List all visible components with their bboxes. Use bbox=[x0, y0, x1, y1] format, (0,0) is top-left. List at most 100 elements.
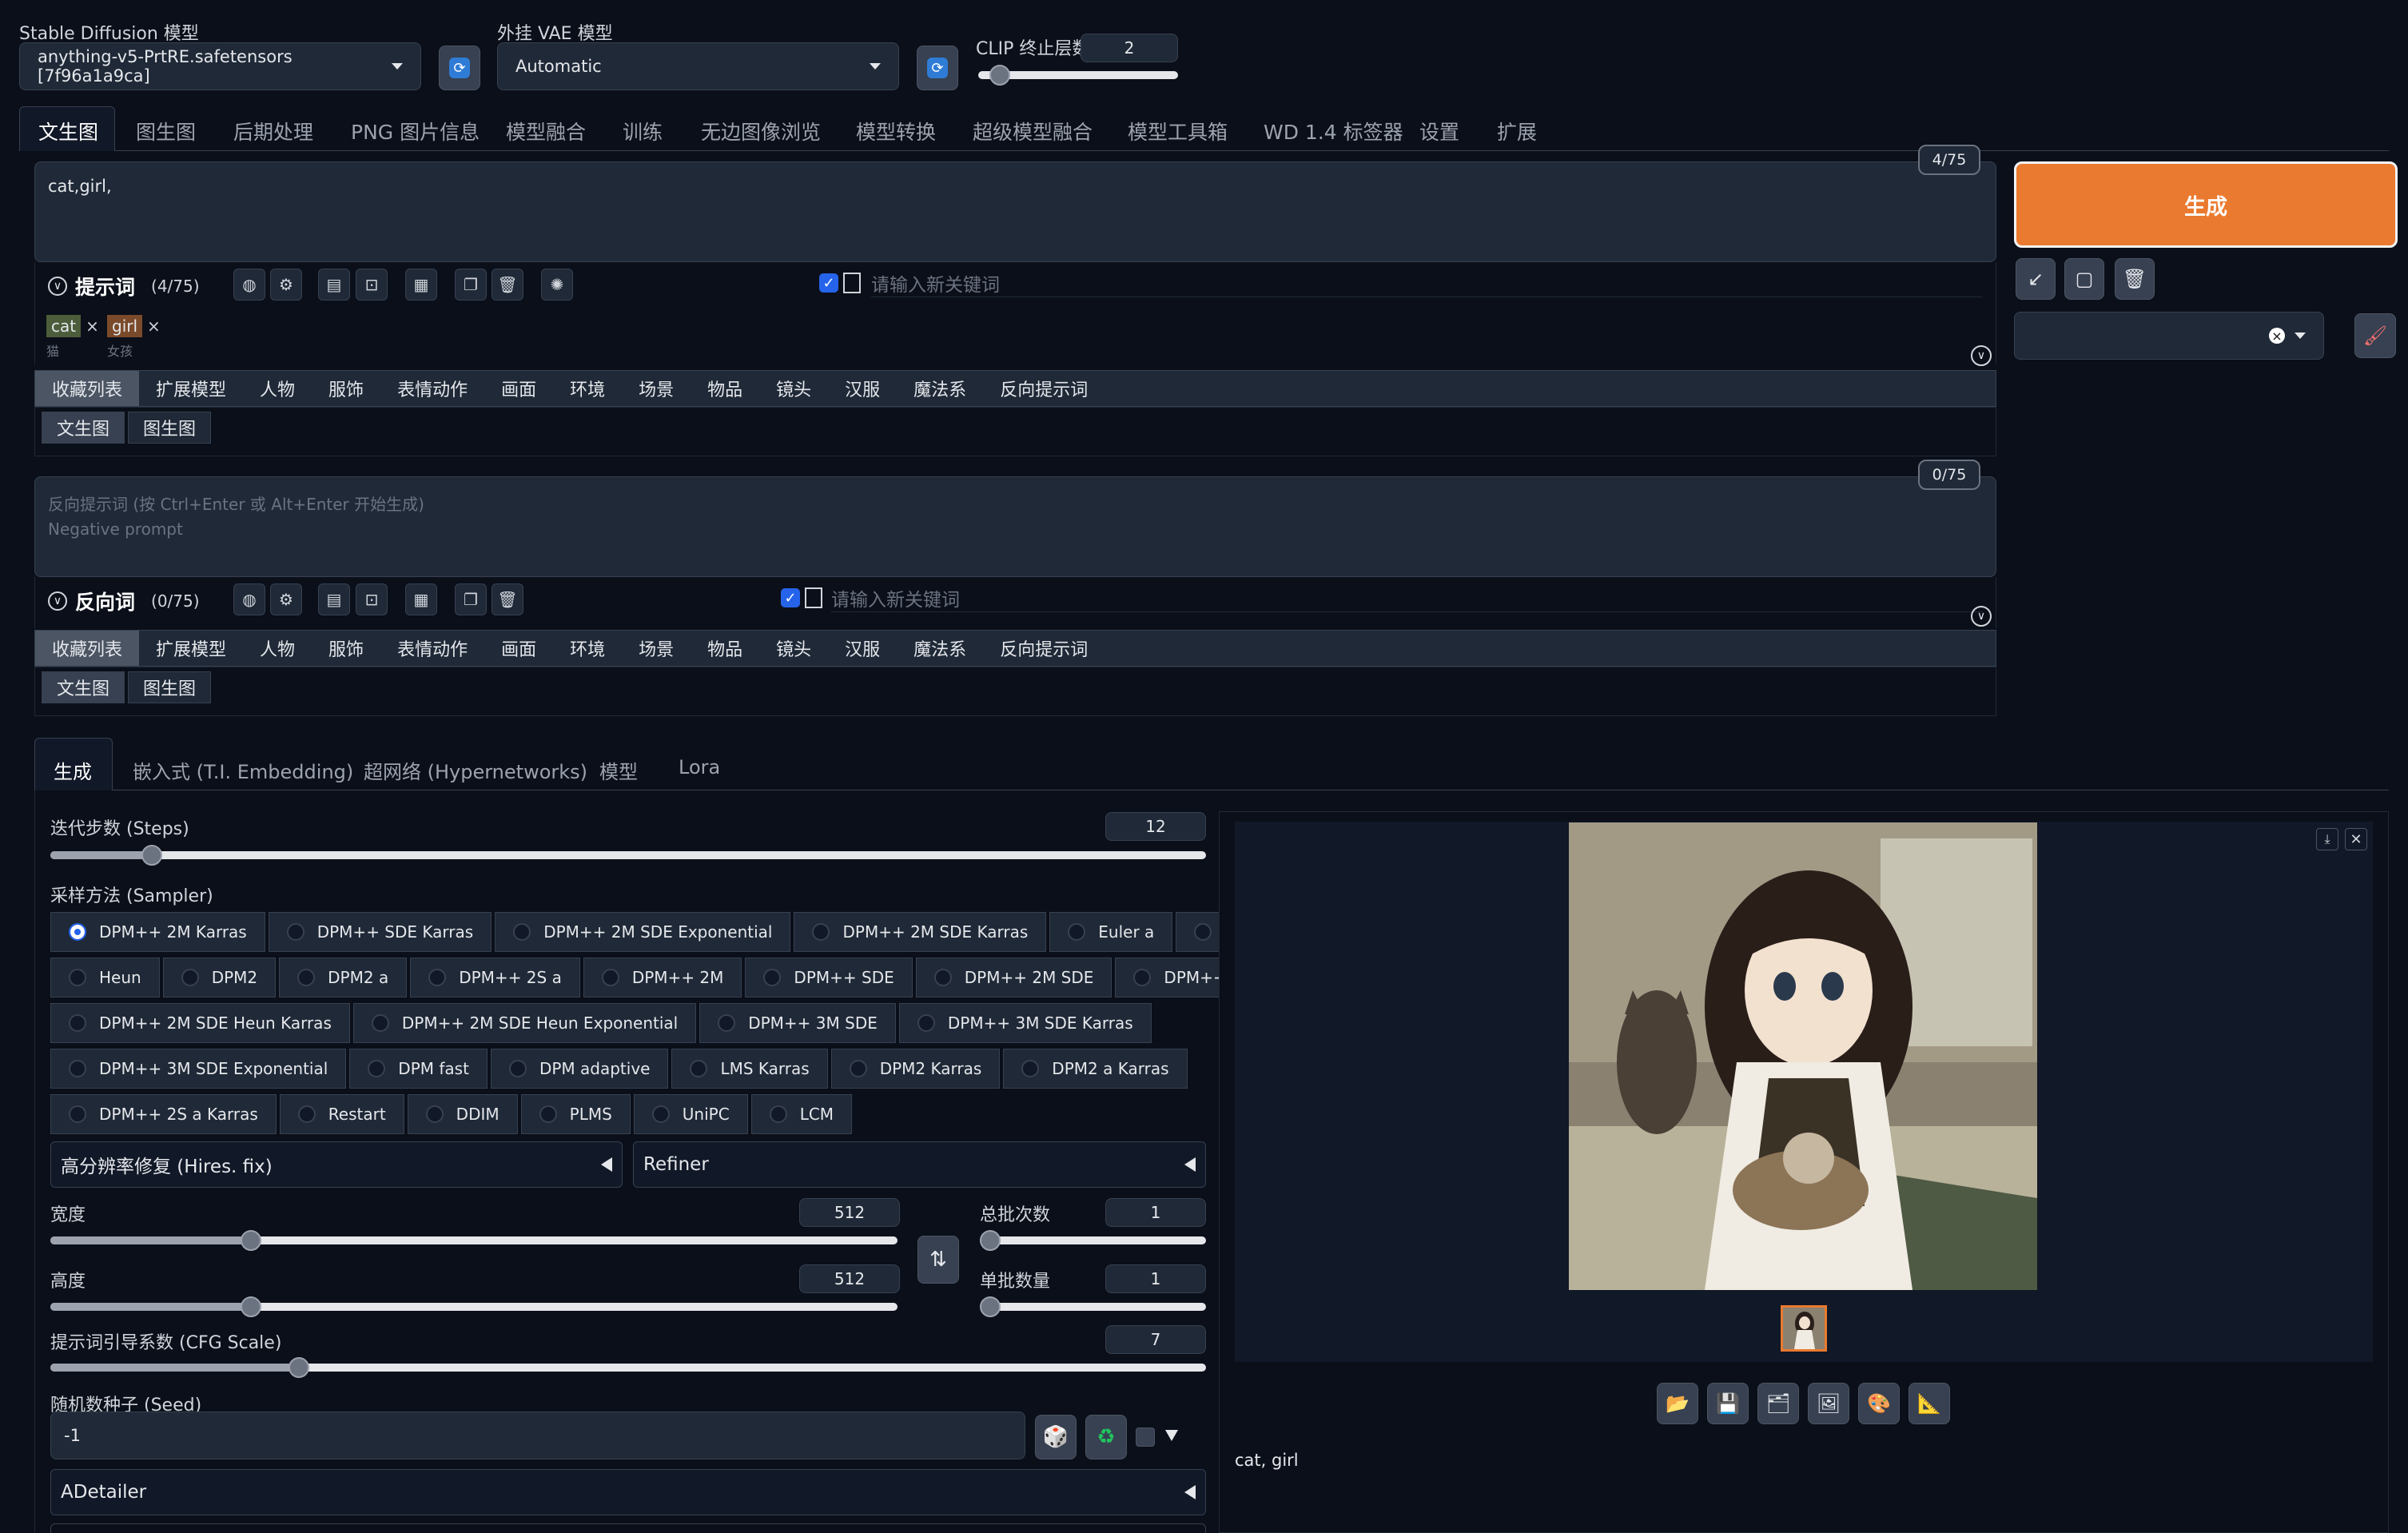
collapse-icon[interactable]: ∨ bbox=[48, 591, 67, 611]
close-icon[interactable]: ✕ bbox=[2345, 828, 2367, 850]
clip-skip-slider[interactable] bbox=[978, 65, 1178, 86]
tab-generation[interactable]: 生成 bbox=[54, 756, 92, 784]
copy-icon[interactable]: ❐ bbox=[455, 269, 487, 301]
category-tab[interactable]: 反向提示词 bbox=[983, 631, 1104, 666]
height-slider[interactable] bbox=[50, 1296, 898, 1317]
tab-textual-inversion[interactable]: 嵌入式 (T.I. Embedding) bbox=[133, 756, 353, 784]
expand-icon[interactable]: ∨ bbox=[1971, 606, 1992, 627]
next-accordion[interactable] bbox=[50, 1523, 1206, 1533]
tab-extras[interactable]: 后期处理 bbox=[233, 117, 313, 145]
cfg-slider[interactable] bbox=[50, 1357, 1206, 1378]
send-to-img2img-icon[interactable]: 🖼 bbox=[1808, 1383, 1849, 1424]
send-to-inpaint-icon[interactable]: 🎨 bbox=[1858, 1383, 1900, 1424]
checkbox-icon[interactable]: ✓ bbox=[781, 588, 800, 607]
download-icon[interactable]: ⤓ bbox=[2316, 828, 2338, 850]
tag-cat[interactable]: cat × 猫 bbox=[46, 315, 99, 360]
category-tab[interactable]: 表情动作 bbox=[380, 631, 484, 666]
slider-thumb[interactable] bbox=[141, 845, 162, 866]
category-tab[interactable]: 画面 bbox=[484, 371, 553, 406]
sampler-option[interactable]: Euler a bbox=[1049, 912, 1173, 952]
gear-icon[interactable]: ⚙ bbox=[270, 583, 302, 615]
sampler-option[interactable]: DPM++ 2M Karras bbox=[50, 912, 265, 952]
slider-thumb[interactable] bbox=[241, 1296, 261, 1317]
category-tab[interactable]: 表情动作 bbox=[380, 371, 484, 406]
sampler-option[interactable]: DPM++ 2M SDE Heun Exponential bbox=[352, 1003, 697, 1043]
seed-input[interactable]: -1 bbox=[50, 1412, 1025, 1459]
category-tab[interactable]: 服饰 bbox=[312, 371, 380, 406]
sampler-option[interactable]: DPM++ 2M SDE bbox=[915, 958, 1112, 997]
category-tab[interactable]: 反向提示词 bbox=[983, 371, 1104, 406]
slider-thumb[interactable] bbox=[980, 1296, 1001, 1317]
sampler-option[interactable]: DPM adaptive bbox=[490, 1049, 669, 1089]
save-icon[interactable]: 💾 bbox=[1707, 1383, 1749, 1424]
category-tab[interactable]: 服饰 bbox=[312, 631, 380, 666]
dropdown-triangle-icon[interactable] bbox=[1165, 1430, 1178, 1441]
subtab-img2img[interactable]: 图生图 bbox=[128, 412, 212, 444]
sampler-option[interactable]: DPM2 a bbox=[279, 958, 408, 997]
sampler-option[interactable]: LCM bbox=[750, 1094, 853, 1134]
steps-slider[interactable] bbox=[50, 845, 1206, 866]
hires-fix-accordion[interactable]: 高分辨率修复 (Hires. fix) bbox=[50, 1141, 623, 1188]
sampler-option[interactable]: DPM++ 3M SDE Karras bbox=[898, 1003, 1152, 1043]
subtab-txt2img[interactable]: 文生图 bbox=[42, 671, 125, 703]
generate-button[interactable]: 生成 bbox=[2014, 161, 2398, 248]
tab-checkpoint-merger[interactable]: 模型融合 bbox=[506, 117, 586, 145]
category-tab[interactable]: 扩展模型 bbox=[139, 631, 243, 666]
swap-dimensions-icon[interactable]: ⇅ bbox=[917, 1236, 959, 1284]
globe-icon[interactable]: ◍ bbox=[233, 269, 265, 301]
tab-model-toolkit[interactable]: 模型工具箱 bbox=[1128, 117, 1228, 145]
refiner-accordion[interactable]: Refiner bbox=[633, 1141, 1206, 1188]
close-icon[interactable]: × bbox=[147, 317, 161, 336]
slider-thumb[interactable] bbox=[241, 1230, 261, 1251]
style-dropdown[interactable]: × bbox=[2014, 312, 2324, 360]
copy-icon[interactable]: ❐ bbox=[455, 583, 487, 615]
sampler-option[interactable]: DPM2 Karras bbox=[830, 1049, 1001, 1089]
category-tab[interactable]: 画面 bbox=[484, 631, 553, 666]
sampler-option[interactable]: DPM++ 3M SDE bbox=[699, 1003, 896, 1043]
category-tab[interactable]: 环境 bbox=[553, 631, 622, 666]
category-tab[interactable]: 镜头 bbox=[759, 631, 828, 666]
tag-girl[interactable]: girl × 女孩 bbox=[107, 315, 161, 360]
sampler-option[interactable]: DPM2 a Karras bbox=[1003, 1049, 1188, 1089]
category-tab[interactable]: 收藏列表 bbox=[35, 371, 140, 406]
tab-img2img[interactable]: 图生图 bbox=[136, 117, 196, 145]
square-icon[interactable]: ▢ bbox=[2064, 258, 2104, 300]
clear-icon[interactable]: × bbox=[2269, 328, 2285, 344]
subtab-img2img[interactable]: 图生图 bbox=[128, 671, 212, 703]
globe-icon[interactable]: ◍ bbox=[233, 583, 265, 615]
gear-icon[interactable]: ⚙ bbox=[270, 269, 302, 301]
batch-count-input[interactable]: 1 bbox=[1105, 1198, 1206, 1227]
category-tab[interactable]: 魔法系 bbox=[897, 631, 983, 666]
send-to-extras-icon[interactable]: 📐 bbox=[1908, 1383, 1950, 1424]
adetailer-accordion[interactable]: ADetailer bbox=[50, 1469, 1206, 1515]
sampler-option[interactable]: DPM++ 2M SDE Karras bbox=[794, 912, 1047, 952]
sampler-option[interactable]: DPM++ 2M bbox=[583, 958, 742, 997]
tab-png-info[interactable]: PNG 图片信息 bbox=[351, 117, 480, 145]
subtab-txt2img[interactable]: 文生图 bbox=[42, 412, 125, 444]
translate-icon[interactable]: ▦ bbox=[405, 583, 437, 615]
tab-lora[interactable]: Lora bbox=[679, 756, 720, 778]
checkbox-icon[interactable]: ✓ bbox=[819, 273, 838, 293]
batch-size-input[interactable]: 1 bbox=[1105, 1264, 1206, 1293]
generated-image[interactable] bbox=[1569, 822, 2037, 1290]
slider-thumb[interactable] bbox=[989, 65, 1010, 86]
tab-infinite-image-browsing[interactable]: 无边图像浏览 bbox=[701, 117, 821, 145]
category-tab[interactable]: 场景 bbox=[622, 631, 691, 666]
sampler-option[interactable]: DPM++ SDE bbox=[745, 958, 913, 997]
cfg-input[interactable]: 7 bbox=[1105, 1325, 1206, 1354]
slider-thumb[interactable] bbox=[289, 1357, 309, 1378]
tab-checkpoints[interactable]: 模型 bbox=[599, 756, 638, 784]
category-tab[interactable]: 汉服 bbox=[828, 371, 897, 406]
prompt-textarea[interactable]: cat,girl, bbox=[34, 161, 1996, 262]
tab-hypernetworks[interactable]: 超网络 (Hypernetworks) bbox=[364, 756, 587, 784]
translate-icon[interactable]: ▦ bbox=[405, 269, 437, 301]
slider-thumb[interactable] bbox=[980, 1230, 1001, 1251]
prompt-keyword-input[interactable]: 请输入新关键词 bbox=[871, 269, 1982, 297]
sampler-option[interactable]: DPM++ 2M SDE Heun Karras bbox=[50, 1003, 350, 1043]
negative-prompt-textarea[interactable]: 反向提示词 (按 Ctrl+Enter 或 Alt+Enter 开始生成) Ne… bbox=[34, 476, 1996, 577]
category-tab[interactable]: 扩展模型 bbox=[139, 371, 243, 406]
sampler-option[interactable]: PLMS bbox=[520, 1094, 631, 1134]
paint-brush-icon[interactable]: 🖌 bbox=[2354, 313, 2396, 358]
sampler-option[interactable]: LMS Karras bbox=[671, 1049, 828, 1089]
tab-settings[interactable]: 设置 bbox=[1419, 117, 1459, 145]
